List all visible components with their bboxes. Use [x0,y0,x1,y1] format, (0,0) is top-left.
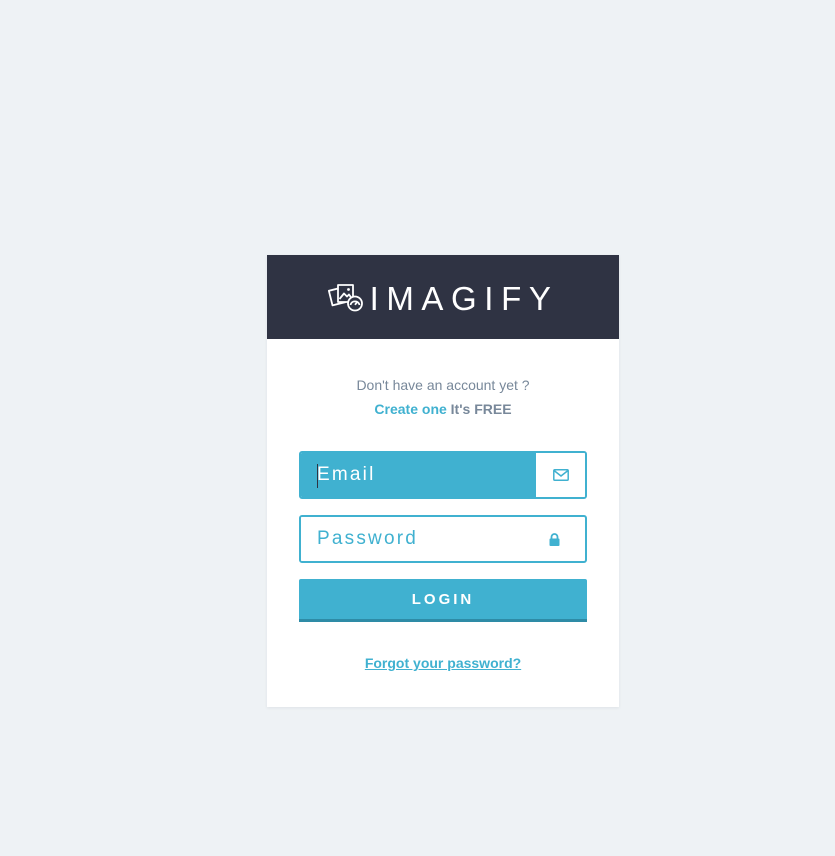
forgot-password-row: Forgot your password? [267,653,619,673]
email-field-group [299,451,587,499]
brand-name: IMAGIFY [369,279,559,317]
signup-prompt: Don't have an account yet ? Create one I… [267,373,619,421]
email-input[interactable] [301,453,534,497]
signup-question: Don't have an account yet ? [356,377,530,393]
password-field-group [299,515,587,563]
card-header: IMAGIFY [267,255,619,339]
create-account-link[interactable]: Create one [374,401,446,417]
imagify-logo: IMAGIFY [327,279,559,317]
password-input[interactable] [301,517,549,561]
forgot-password-link[interactable]: Forgot your password? [365,655,521,671]
login-button[interactable]: LOGIN [299,579,587,622]
lock-icon [549,532,560,546]
imagify-photos-icon [327,284,363,312]
envelope-icon [552,469,569,481]
email-icon-box [534,453,585,497]
password-icon-box [549,517,585,561]
login-card: IMAGIFY Don't have an account yet ? Crea… [267,255,619,707]
free-text: It's FREE [450,401,512,417]
